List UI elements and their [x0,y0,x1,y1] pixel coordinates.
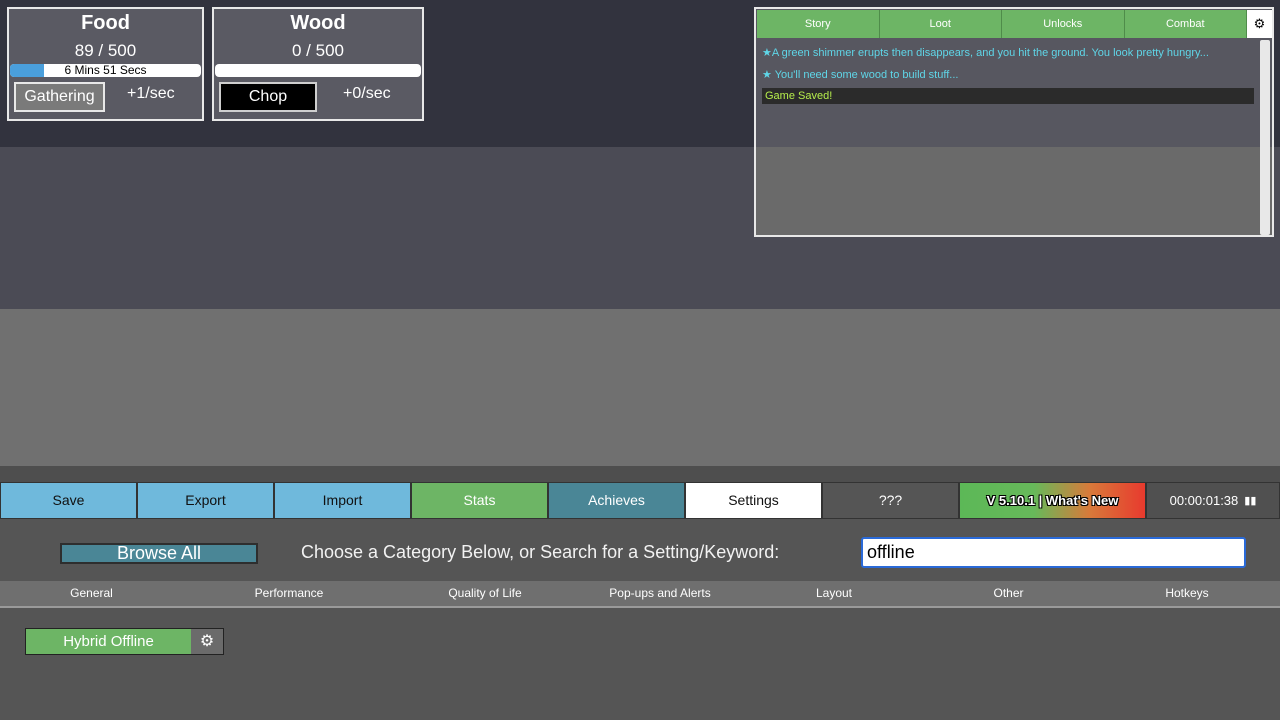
mystery-button[interactable]: ??? [822,482,959,519]
food-amount: 89 / 500 [74,41,137,60]
category-bar: General Performance Quality of Life Pop-… [0,581,1280,608]
log-tab-story[interactable]: Story [757,10,880,38]
gathering-button[interactable]: Gathering [14,82,105,112]
pause-icon[interactable]: ▮▮ [1244,484,1256,519]
wood-panel: Wood 0 / 500 Chop +0/sec [212,7,424,121]
export-button[interactable]: Export [137,482,274,519]
settings-button[interactable]: Settings [685,482,822,519]
category-hotkeys[interactable]: Hotkeys [1094,581,1280,606]
category-layout[interactable]: Layout [745,581,923,606]
category-popups-alerts[interactable]: Pop-ups and Alerts [575,581,745,606]
gear-icon[interactable]: ⚙ [1247,10,1272,38]
lower-middle-background [0,309,1280,466]
food-progress-bar: 6 Mins 51 Secs [10,64,201,77]
clock-time: 00:00:01:38 [1169,493,1239,508]
chop-button[interactable]: Chop [219,82,317,112]
category-general[interactable]: General [0,581,183,606]
category-quality-of-life[interactable]: Quality of Life [395,581,575,606]
browse-all-button[interactable]: Browse All [60,543,258,564]
log-scrollbar[interactable] [1260,40,1270,235]
import-button[interactable]: Import [274,482,411,519]
achieves-button[interactable]: Achieves [548,482,685,519]
hybrid-offline-setting[interactable]: Hybrid Offline ⚙ [25,628,224,655]
food-panel: Food 89 / 500 6 Mins 51 Secs Gathering +… [7,7,204,121]
category-performance[interactable]: Performance [183,581,395,606]
category-other[interactable]: Other [923,581,1094,606]
gear-icon[interactable]: ⚙ [191,629,223,654]
version-button[interactable]: V 5.10.1 | What's New [959,482,1146,519]
log-tabs: Story Loot Unlocks Combat [757,10,1247,38]
save-button[interactable]: Save [0,482,137,519]
game-clock: 00:00:01:38 ▮▮ [1146,482,1280,519]
wood-rate: +0/sec [343,85,391,102]
wood-title: Wood [290,12,346,34]
log-message: ★A green shimmer erupts then disappears,… [762,47,1209,59]
food-title: Food [81,12,130,34]
food-rate: +1/sec [127,85,175,102]
hybrid-offline-label[interactable]: Hybrid Offline [26,629,191,654]
log-message: ★ You'll need some wood to build stuff..… [762,69,959,81]
log-tab-loot[interactable]: Loot [879,10,1002,38]
wood-amount: 0 / 500 [292,41,344,60]
menu-divider [0,466,1280,482]
wood-progress-bar [215,64,421,77]
menu-bar: Save Export Import Stats Achieves Settin… [0,482,1280,519]
stats-button[interactable]: Stats [411,482,548,519]
food-timer: 6 Mins 51 Secs [64,64,147,77]
log-tab-combat[interactable]: Combat [1124,10,1247,38]
category-prompt: Choose a Category Below, or Search for a… [301,542,780,562]
log-tab-unlocks[interactable]: Unlocks [1002,10,1125,38]
message-log: Story Loot Unlocks Combat ⚙ ★A green shi… [754,7,1274,237]
settings-search-input[interactable] [861,537,1246,568]
game-saved-message: Game Saved! [762,88,1254,104]
